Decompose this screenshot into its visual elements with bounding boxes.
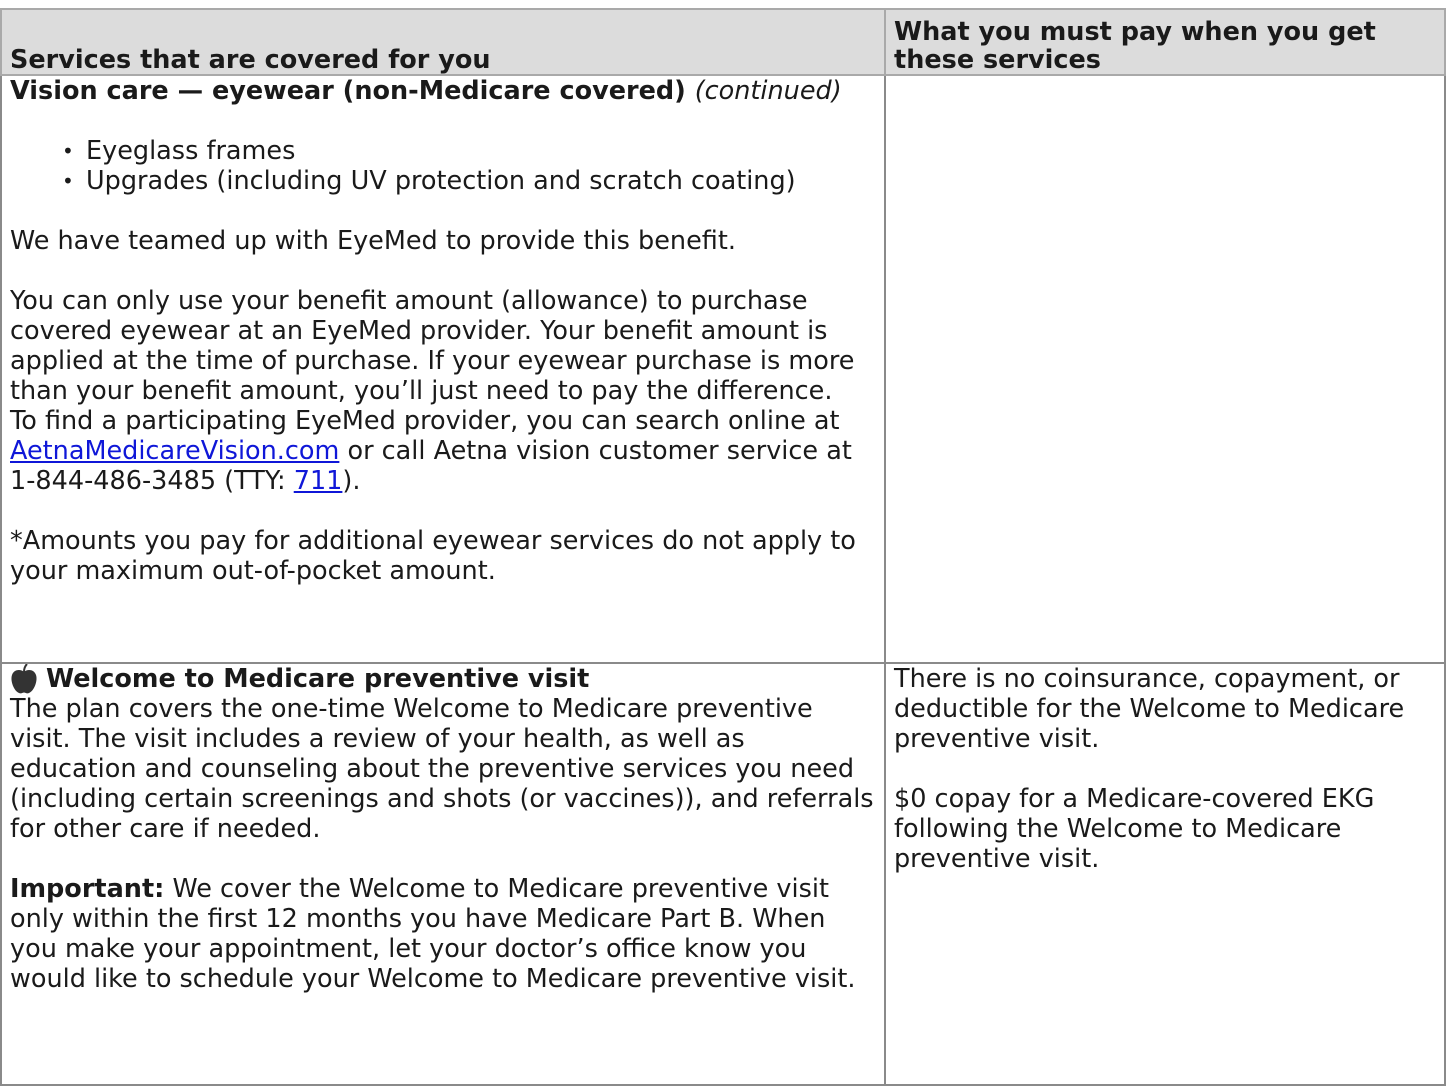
- table-row: Vision care — eyewear (non-Medicare cove…: [0, 74, 1446, 664]
- benefits-table: Services that are covered for you What y…: [0, 8, 1446, 1086]
- important-note: Important: We cover the Welcome to Medic…: [10, 874, 878, 994]
- table-row: Welcome to Medicare preventive visit The…: [0, 662, 1446, 1086]
- header-services-covered: Services that are covered for you: [0, 8, 886, 76]
- welcome-title: Welcome to Medicare preventive visit: [46, 664, 590, 694]
- vision-services-cell: Vision care — eyewear (non-Medicare cove…: [0, 74, 886, 664]
- welcome-description: The plan covers the one-time Welcome to …: [10, 694, 874, 844]
- partner-text: We have teamed up with EyeMed to provide…: [10, 226, 736, 256]
- welcome-cost-1: There is no coinsurance, copayment, or d…: [894, 664, 1405, 754]
- footnote-text: *Amounts you pay for additional eyewear …: [10, 526, 856, 586]
- welcome-services-cell: Welcome to Medicare preventive visit The…: [0, 662, 886, 1086]
- list-item: Upgrades (including UV protection and sc…: [62, 166, 878, 196]
- find-suffix: ).: [342, 466, 361, 496]
- find-provider-text: To find a participating EyeMed provider,…: [10, 406, 878, 496]
- vision-title-line: Vision care — eyewear (non-Medicare cove…: [10, 76, 878, 106]
- aetna-vision-link[interactable]: AetnaMedicareVision.com: [10, 436, 339, 466]
- header-what-you-pay: What you must pay when you get these ser…: [884, 8, 1446, 76]
- welcome-cost-cell: There is no coinsurance, copayment, or d…: [884, 662, 1446, 1086]
- important-label: Important:: [10, 874, 165, 904]
- continued-label: (continued): [694, 76, 842, 106]
- find-prefix: To find a participating EyeMed provider,…: [10, 406, 840, 436]
- list-item: Eyeglass frames: [62, 136, 878, 166]
- tty-link[interactable]: 711: [294, 466, 343, 496]
- allowance-text: You can only use your benefit amount (al…: [10, 286, 855, 406]
- apple-icon: [10, 664, 38, 694]
- table-header-row: Services that are covered for you What y…: [0, 8, 1446, 76]
- welcome-heading: Welcome to Medicare preventive visit: [10, 664, 878, 694]
- vision-title: Vision care — eyewear (non-Medicare cove…: [10, 76, 686, 106]
- vision-bullet-list: Eyeglass frames Upgrades (including UV p…: [10, 136, 878, 196]
- welcome-cost-2: $0 copay for a Medicare-covered EKG foll…: [894, 784, 1375, 874]
- vision-cost-cell: [884, 74, 1446, 664]
